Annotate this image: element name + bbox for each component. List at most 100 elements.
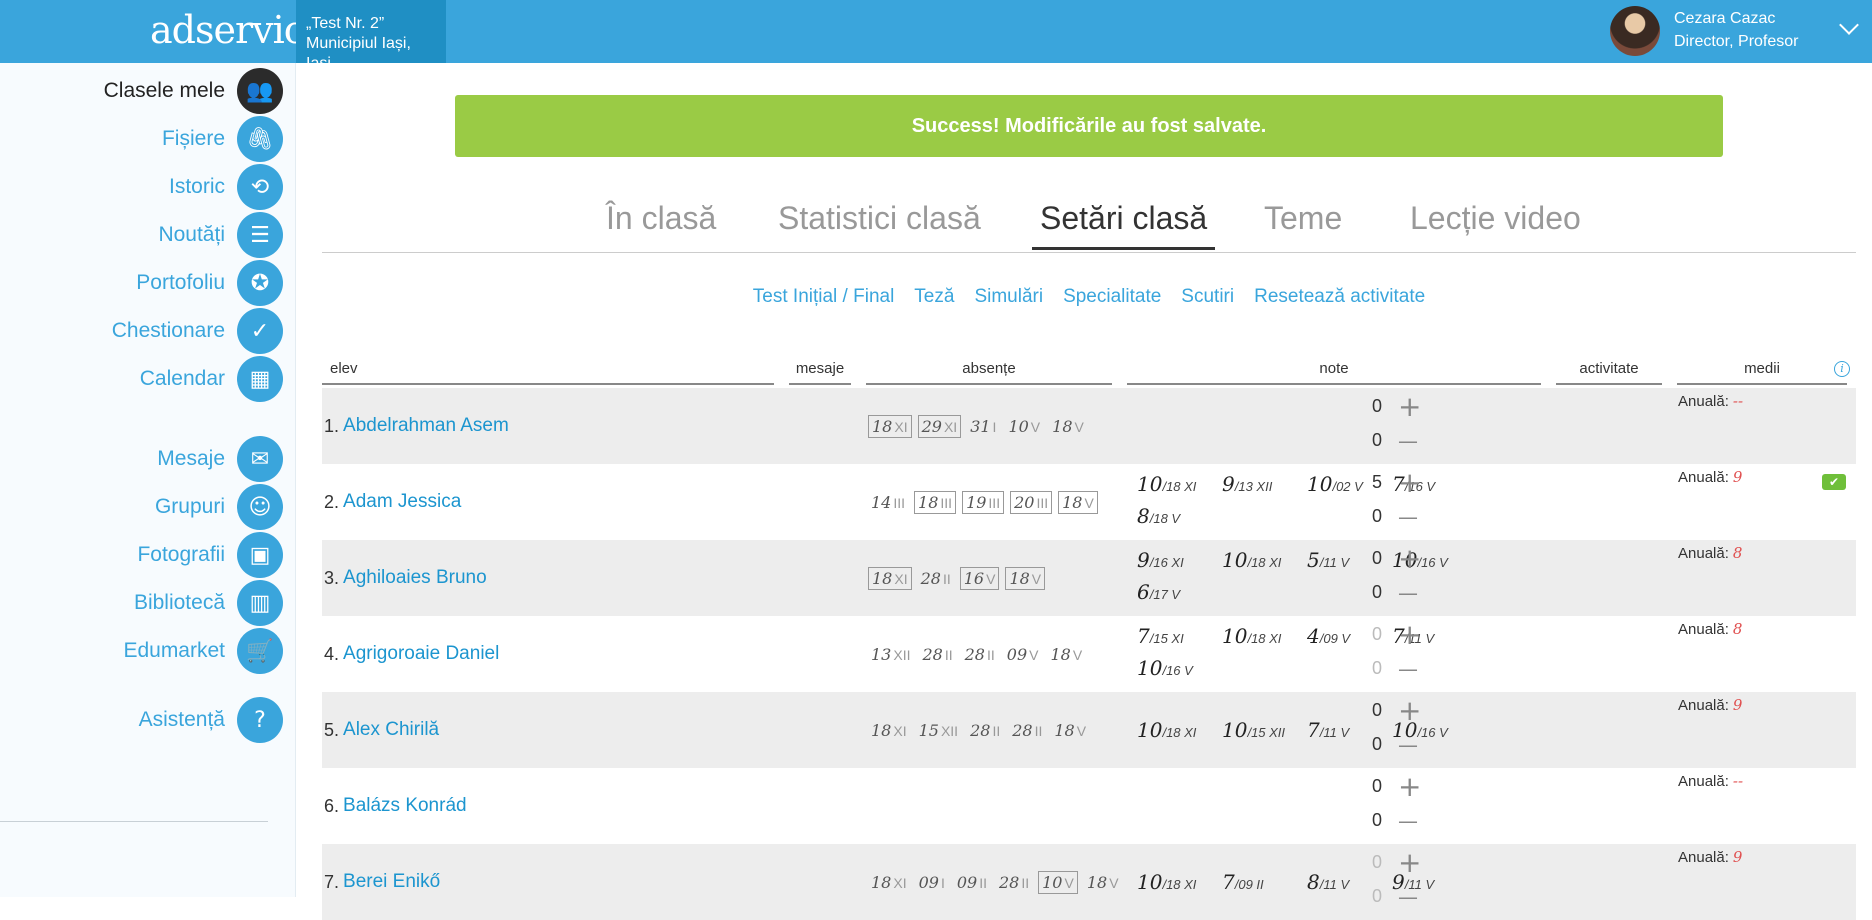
grade-entry[interactable]: 10/18 XI <box>1137 472 1222 496</box>
sidebar-item-fișiere[interactable]: Fișiere 🖇 <box>162 116 283 162</box>
absence-motivated[interactable]: 18 XI <box>868 414 912 438</box>
absence-entry[interactable]: 09 I <box>916 872 948 893</box>
student-name-link[interactable]: Alex Chirilă <box>343 719 439 741</box>
absence-motivated[interactable]: 18 XI <box>868 566 912 590</box>
grade-entry[interactable]: 10/18 XI <box>1222 624 1307 648</box>
grade-entry[interactable]: 10/15 XII <box>1222 718 1307 742</box>
absence-entry[interactable]: 18 V <box>1084 872 1122 893</box>
minus-icon[interactable]: — <box>1398 583 1418 603</box>
plus-icon[interactable]: + <box>1398 468 1421 496</box>
absence-day: 09 <box>918 872 939 892</box>
absence-entry[interactable]: 13 XII <box>868 644 913 665</box>
student-name-link[interactable]: Aghiloaies Bruno <box>343 567 487 589</box>
tab-setări-clasă[interactable]: Setări clasă <box>1032 200 1216 250</box>
absence-entry[interactable]: 28 II <box>967 720 1003 741</box>
grade-entry[interactable]: 10/16 V <box>1137 656 1222 680</box>
student-name-link[interactable]: Berei Enikő <box>343 871 440 893</box>
absence-entry[interactable]: 09 II <box>954 872 990 893</box>
absence-entry[interactable]: 15 XII <box>916 720 961 741</box>
minus-icon[interactable]: — <box>1398 507 1418 527</box>
sidebar-item-grupuri[interactable]: Grupuri ☺ <box>155 484 283 530</box>
plus-icon[interactable]: + <box>1398 392 1421 420</box>
minus-icon[interactable]: — <box>1398 659 1418 679</box>
grade-entry[interactable]: 6/17 V <box>1137 580 1222 604</box>
absence-entry[interactable]: 09 V <box>1004 644 1042 665</box>
school-selector[interactable]: „Test Nr. 2” Municipiul Iași, Iași <box>296 0 446 72</box>
student-name-link[interactable]: Adam Jessica <box>343 491 461 513</box>
subnav-link-3[interactable]: Specialitate <box>1063 286 1161 308</box>
absence-entry[interactable]: 28 II <box>996 872 1032 893</box>
minus-icon[interactable]: — <box>1398 735 1418 755</box>
absence-motivated[interactable]: 10 V <box>1038 870 1078 894</box>
absence-entry[interactable]: 31 I <box>967 416 999 437</box>
grade-entry[interactable]: 10/18 XI <box>1137 870 1222 894</box>
tab-teme[interactable]: Teme <box>1256 200 1350 247</box>
sidebar-item-bibliotecă[interactable]: Bibliotecă ▥ <box>134 580 283 626</box>
absence-motivated[interactable]: 29 XI <box>917 414 962 438</box>
plus-icon[interactable]: + <box>1398 696 1421 724</box>
app-logo[interactable]: adservio <box>150 8 307 52</box>
absence-entry[interactable]: 14 III <box>868 492 908 513</box>
user-menu[interactable]: Cezara Cazac Director, Profesor <box>1602 0 1872 63</box>
avatar[interactable] <box>1610 6 1660 56</box>
sidebar-item-istoric[interactable]: Istoric ⟲ <box>169 164 283 210</box>
absence-entry[interactable]: 18 V <box>1049 416 1087 437</box>
absence-entry[interactable]: 18 XI <box>868 720 910 741</box>
absence-entry[interactable]: 28 II <box>919 644 955 665</box>
grade-entry[interactable]: 7/09 II <box>1222 870 1307 894</box>
sidebar-item-noutăți[interactable]: Noutăți ☰ <box>158 212 283 258</box>
absence-motivated[interactable]: 20 III <box>1010 490 1053 514</box>
grade-entry[interactable]: 10/18 XI <box>1222 548 1307 572</box>
sidebar-item-calendar[interactable]: Calendar ▦ <box>140 356 283 402</box>
student-name-link[interactable]: Agrigoroaie Daniel <box>343 643 499 665</box>
absence-entry[interactable]: 10 V <box>1005 416 1043 437</box>
plus-icon[interactable]: + <box>1398 544 1421 572</box>
sidebar: Clasele mele 👥 Fișiere 🖇 Istoric ⟲ Noutăți ☰ Por… <box>0 63 296 897</box>
plus-icon[interactable]: + <box>1398 848 1421 876</box>
sidebar-item-edumarket[interactable]: Edumarket 🛒 <box>123 628 283 674</box>
subnav-link-0[interactable]: Test Inițial / Final <box>753 286 895 308</box>
subnav-link-1[interactable]: Teză <box>914 286 954 308</box>
sidebar-item-mesaje[interactable]: Mesaje ✉ <box>157 436 283 482</box>
grade-entry[interactable]: 9/16 XI <box>1137 548 1222 572</box>
subnav-link-5[interactable]: Resetează activitate <box>1254 286 1425 308</box>
absence-motivated[interactable]: 19 III <box>962 490 1005 514</box>
absence-motivated[interactable]: 18 III <box>914 490 957 514</box>
sidebar-item-asistență[interactable]: Asistență? <box>139 697 283 743</box>
absence-motivated[interactable]: 18 V <box>1058 490 1098 514</box>
grade-date: /09 II <box>1234 877 1264 892</box>
tab-în-clasă[interactable]: În clasă <box>598 200 724 247</box>
student-name-link[interactable]: Balázs Konrád <box>343 795 467 817</box>
subnav-link-4[interactable]: Scutiri <box>1181 286 1234 308</box>
grade-entry[interactable]: 9/13 XII <box>1222 472 1307 496</box>
tab-statistici-clasă[interactable]: Statistici clasă <box>770 200 989 247</box>
grade-entry[interactable]: 8/18 V <box>1137 504 1222 528</box>
sidebar-item-clasele-mele[interactable]: Clasele mele 👥 <box>104 68 283 114</box>
sidebar-item-fotografii[interactable]: Fotografii ▣ <box>137 532 283 578</box>
grade-date: /11 V <box>1319 725 1350 740</box>
absence-entry[interactable]: 28 II <box>918 568 954 589</box>
chevron-down-icon[interactable] <box>1839 15 1859 35</box>
sidebar-item-portofoliu[interactable]: Portofoliu ✪ <box>136 260 283 306</box>
grade-entry[interactable]: 7/15 XI <box>1137 624 1222 648</box>
student-name-link[interactable]: Abdelrahman Asem <box>343 415 509 437</box>
absence-motivated[interactable]: 18 V <box>1005 566 1046 590</box>
absence-entry[interactable]: 28 II <box>962 644 998 665</box>
absence-entry[interactable]: 28 II <box>1009 720 1045 741</box>
sidebar-item-chestionare[interactable]: Chestionare ✓ <box>112 308 283 354</box>
absence-entry[interactable]: 18 V <box>1051 720 1089 741</box>
grade-entry[interactable]: 10/18 XI <box>1137 718 1222 742</box>
absence-day: 18 <box>1054 720 1075 740</box>
minus-icon[interactable]: — <box>1398 811 1418 831</box>
grade-value: 9 <box>1137 548 1150 572</box>
info-icon[interactable]: i <box>1834 361 1850 377</box>
subnav-link-2[interactable]: Simulări <box>974 286 1043 308</box>
check-icon[interactable]: ✔ <box>1822 474 1846 490</box>
absence-entry[interactable]: 18 XI <box>868 872 910 893</box>
absence-motivated[interactable]: 16 V <box>959 566 1000 590</box>
absence-entry[interactable]: 18 V <box>1047 644 1085 665</box>
minus-icon[interactable]: — <box>1398 431 1418 451</box>
plus-icon[interactable]: + <box>1398 620 1421 648</box>
plus-icon[interactable]: + <box>1398 772 1421 800</box>
tab-lecție-video[interactable]: Lecție video <box>1402 200 1589 247</box>
